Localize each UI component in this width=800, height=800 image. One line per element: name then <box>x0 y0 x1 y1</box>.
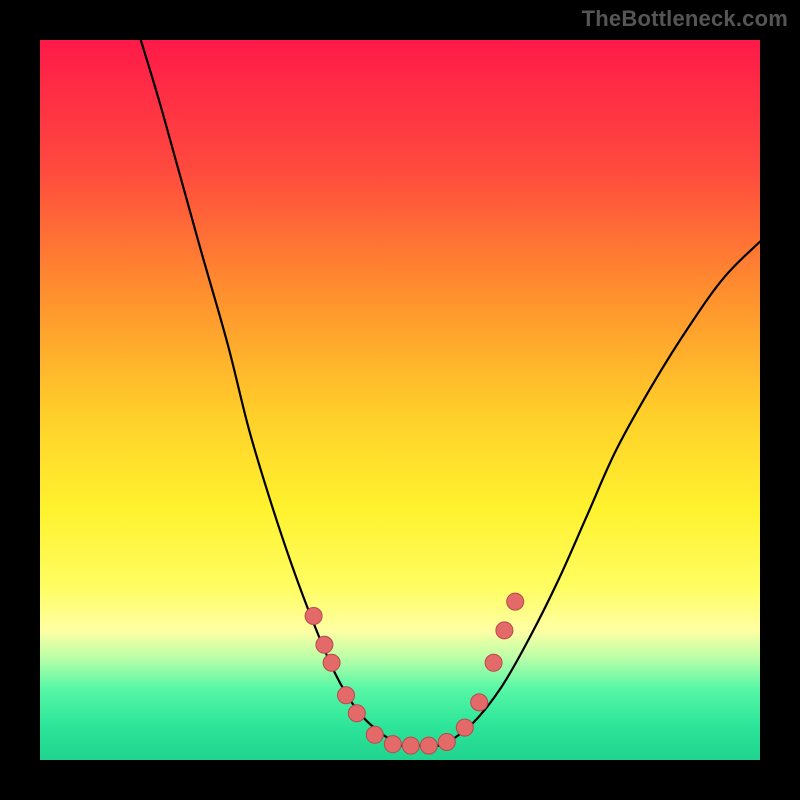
marker-dot <box>456 719 473 736</box>
marker-dot <box>316 636 333 653</box>
curve-layer <box>40 40 760 760</box>
marker-dot <box>384 736 401 753</box>
marker-dot <box>485 654 502 671</box>
marker-dot <box>420 737 437 754</box>
marker-dot <box>348 705 365 722</box>
marker-dot <box>338 687 355 704</box>
curve-left-branch <box>141 40 400 746</box>
marker-dot <box>507 593 524 610</box>
marker-group <box>305 593 524 754</box>
chart-frame: TheBottleneck.com <box>0 0 800 800</box>
marker-dot <box>366 726 383 743</box>
watermark-text: TheBottleneck.com <box>582 6 788 32</box>
marker-dot <box>323 654 340 671</box>
marker-dot <box>471 694 488 711</box>
plot-area <box>40 40 760 760</box>
marker-dot <box>305 608 322 625</box>
marker-dot <box>402 737 419 754</box>
marker-dot <box>438 734 455 751</box>
marker-dot <box>496 622 513 639</box>
